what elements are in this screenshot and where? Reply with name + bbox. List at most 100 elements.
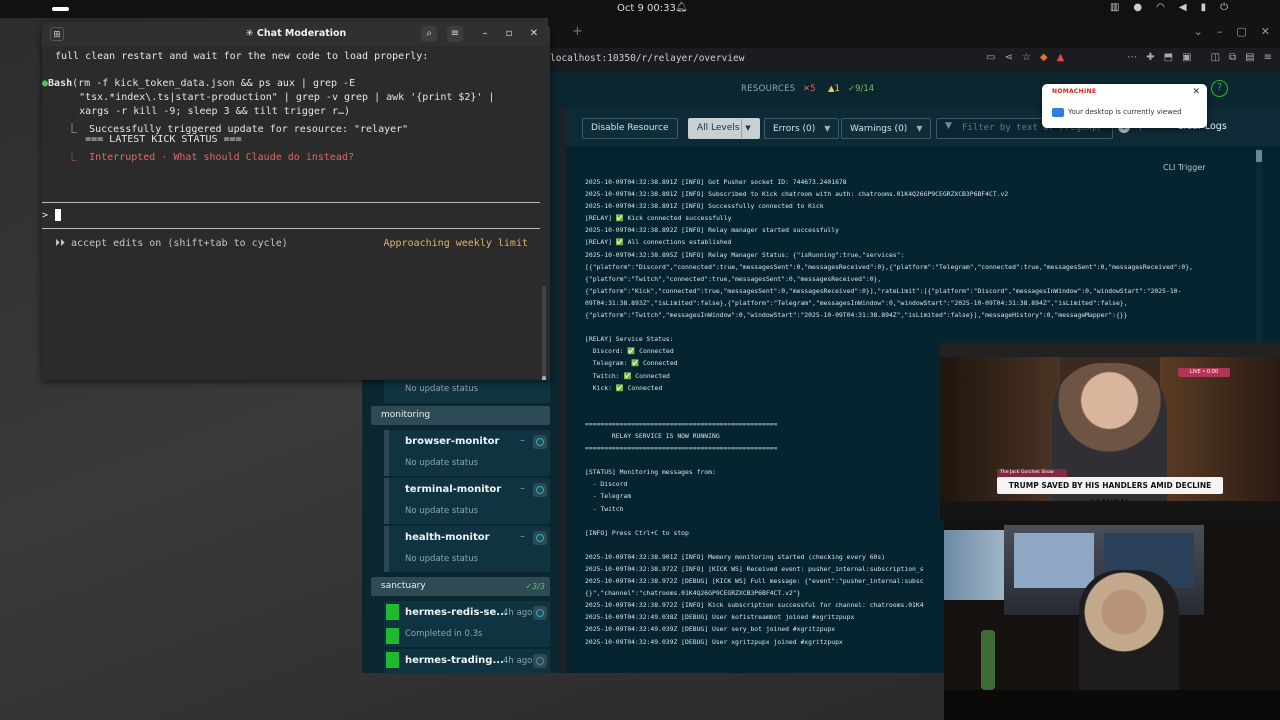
browser-window-controls: ⌄ – ▢ ✕ bbox=[1194, 25, 1270, 38]
text-cursor[interactable] bbox=[55, 209, 61, 221]
news-headline: TRUMP SAVED BY HIS HANDLERS AMID DECLINE… bbox=[997, 477, 1223, 507]
notification-brand: NOMACHINE bbox=[1052, 88, 1097, 95]
restore-icon[interactable]: ▢ bbox=[1236, 25, 1246, 38]
monitor-icon bbox=[1052, 108, 1064, 117]
terminal-line: ⎿ Successfully triggered update for reso… bbox=[55, 124, 409, 135]
activities-indicator[interactable] bbox=[52, 7, 69, 11]
resource-item-hermes-trading[interactable]: hermes-trading... 4h ago bbox=[384, 649, 550, 673]
vpn-icon[interactable]: ▤ bbox=[1245, 52, 1254, 63]
new-tab-icon[interactable]: + bbox=[572, 24, 583, 39]
collapse-icon[interactable]: – bbox=[520, 483, 525, 494]
sidebar-icon[interactable]: ◫ bbox=[1211, 52, 1220, 63]
resource-item-hermes-redis[interactable]: hermes-redis-se... 4h ago Completed in 0… bbox=[384, 601, 550, 647]
rewards-icon[interactable]: ▲ bbox=[1057, 52, 1065, 63]
desktop-viewed-notification[interactable]: NOMACHINE ✕ Your desktop is currently vi… bbox=[1042, 84, 1207, 128]
trigger-update-icon[interactable] bbox=[533, 435, 547, 449]
resource-status: No update status bbox=[405, 506, 479, 516]
wallet-icon[interactable]: ▣ bbox=[1182, 52, 1191, 63]
resource-name: hermes-redis-se... bbox=[405, 607, 508, 618]
install-app-icon[interactable]: ▭ bbox=[986, 52, 995, 63]
notification-bell-icon[interactable]: 🔔︎ bbox=[675, 2, 688, 13]
mode-hint: ⏵⏵ accept edits on (shift+tab to cycle) bbox=[55, 238, 288, 249]
browser-menu-icon[interactable]: ≡ bbox=[1264, 52, 1272, 63]
brave-shield-icon[interactable]: ◆ bbox=[1040, 52, 1048, 63]
close-icon[interactable]: ✕ bbox=[1192, 87, 1200, 97]
resource-group-monitoring[interactable]: monitoring bbox=[371, 406, 550, 425]
chevron-down-icon: ▼ bbox=[916, 124, 923, 133]
help-icon[interactable]: ? bbox=[1211, 80, 1228, 97]
terminal-scroll-thumb[interactable] bbox=[542, 376, 546, 380]
log-line: {"platform":"Twitch","connected":true,"m… bbox=[585, 274, 882, 283]
resource-item-browser-monitor[interactable]: browser-monitor – No update status bbox=[384, 430, 550, 476]
live-badge: LIVE • 0:00 bbox=[1178, 368, 1230, 377]
close-icon[interactable]: ✕ bbox=[1261, 25, 1270, 38]
minimize-icon[interactable]: – bbox=[477, 26, 493, 42]
power-icon[interactable]: ⏻ bbox=[1220, 2, 1228, 13]
browser-toolbar-icons: ▭ ⋖ ☆ ◆ ▲ ⋯ ✚ ⬒ ▣ ◫ ⧉ ▤ ≡ bbox=[986, 52, 1272, 63]
log-line: 2025-10-09T04:32:38.891Z [INFO] Successf… bbox=[585, 202, 824, 211]
trigger-update-icon[interactable] bbox=[533, 531, 547, 545]
address-bar[interactable]: localhost:10350/r/relayer/overview ▭ ⋖ ☆… bbox=[548, 48, 1280, 72]
tab-list-icon[interactable]: ⌄ bbox=[1194, 25, 1203, 38]
collapse-icon[interactable]: – bbox=[520, 435, 525, 446]
cli-trigger-label: CLI Trigger bbox=[1163, 163, 1206, 172]
collapse-icon[interactable]: – bbox=[520, 531, 525, 542]
log-line: [RELAY] ✅ All connections established bbox=[585, 238, 732, 247]
terminal-line: full clean restart and wait for the new … bbox=[55, 51, 429, 62]
resources-label[interactable]: RESOURCES bbox=[741, 84, 795, 94]
resource-status: Completed in 0.3s bbox=[405, 629, 483, 639]
bookmark-icon[interactable]: ☆ bbox=[1022, 52, 1031, 63]
resource-status: No update status bbox=[405, 384, 479, 394]
tray-status-icon[interactable]: ● bbox=[1133, 2, 1142, 13]
minimize-icon[interactable]: – bbox=[1217, 25, 1223, 38]
tray-app-icon[interactable]: ▥ bbox=[1110, 2, 1119, 13]
resource-item-health-monitor[interactable]: health-monitor – No update status bbox=[384, 526, 550, 572]
system-tray[interactable]: ▥ ● ◠ ◀ ▮ ⏻ bbox=[1110, 2, 1228, 13]
warning-count-badge[interactable]: ▲1 bbox=[828, 84, 840, 94]
terminal-titlebar[interactable]: ⊞ ✳ Chat Moderation ⌕ ≡ – ▫ ✕ bbox=[42, 22, 550, 46]
status-bar bbox=[384, 430, 389, 476]
warnings-filter-button[interactable]: Warnings (0) ▼ bbox=[841, 118, 932, 139]
desk bbox=[944, 690, 1280, 720]
downloads-icon[interactable]: ⬒ bbox=[1164, 52, 1173, 63]
trigger-update-icon[interactable] bbox=[533, 606, 547, 620]
log-scroll-thumb[interactable] bbox=[1256, 150, 1262, 162]
trigger-update-icon[interactable] bbox=[533, 654, 547, 668]
resource-status: No update status bbox=[405, 458, 479, 468]
terminal-scrollbar[interactable] bbox=[542, 286, 546, 380]
resource-status: No update status bbox=[405, 554, 479, 564]
maximize-icon[interactable]: ▫ bbox=[501, 26, 517, 42]
resource-item[interactable]: No update status bbox=[384, 380, 550, 403]
resource-name: hermes-trading... bbox=[405, 655, 504, 666]
menu-icon[interactable]: ≡ bbox=[447, 26, 463, 42]
extensions-icon[interactable]: ✚ bbox=[1146, 52, 1154, 63]
clock[interactable]: Oct 9 00:33 bbox=[617, 3, 676, 14]
log-line: 2025-10-09T04:32:38.895Z [INFO] Relay Ma… bbox=[585, 250, 905, 259]
log-line: {"platform":"Kick","connected":true,"mes… bbox=[585, 286, 1182, 295]
ok-count-badge[interactable]: ✓9/14 bbox=[848, 84, 874, 94]
split-view-icon[interactable]: ⧉ bbox=[1229, 52, 1236, 63]
wifi-icon[interactable]: ◠ bbox=[1156, 2, 1165, 13]
chevron-down-icon[interactable]: ▼ bbox=[741, 119, 754, 138]
terminal-title: ✳ Chat Moderation bbox=[245, 28, 347, 39]
video-background bbox=[1160, 357, 1280, 520]
search-icon[interactable]: ⌕ bbox=[421, 26, 437, 42]
error-count-badge[interactable]: ✕5 bbox=[803, 84, 816, 94]
disable-resource-button[interactable]: Disable Resource bbox=[582, 118, 678, 139]
url-text[interactable]: localhost:10350/r/relayer/overview bbox=[550, 53, 744, 64]
errors-filter-button[interactable]: Errors (0) ▼ bbox=[764, 118, 840, 139]
close-icon[interactable]: ✕ bbox=[526, 26, 542, 42]
battery-icon[interactable]: ▮ bbox=[1201, 2, 1207, 13]
log-line: 2025-10-09T04:32:38.891Z [INFO] Got Push… bbox=[585, 178, 847, 186]
trigger-update-icon[interactable] bbox=[533, 483, 547, 497]
volume-icon[interactable]: ◀ bbox=[1179, 2, 1187, 13]
terminal-body[interactable]: full clean restart and wait for the new … bbox=[42, 46, 550, 380]
share-icon[interactable]: ⋖ bbox=[1005, 52, 1013, 63]
ellipsis-icon[interactable]: ⋯ bbox=[1127, 52, 1137, 63]
log-line: 2025-10-09T04:32:38.891Z [INFO] Subscrib… bbox=[585, 190, 1009, 199]
browser-tab-bar: + ⌄ – ▢ ✕ bbox=[548, 18, 1280, 48]
resource-group-sanctuary[interactable]: sanctuary ✓3/3 bbox=[371, 577, 550, 596]
resource-name: health-monitor bbox=[405, 532, 490, 543]
video-overlay[interactable]: LIVE • 0:00 The Jack Gorchek Show TRUMP … bbox=[940, 343, 1280, 520]
resource-item-terminal-monitor[interactable]: terminal-monitor – No update status bbox=[384, 478, 550, 524]
